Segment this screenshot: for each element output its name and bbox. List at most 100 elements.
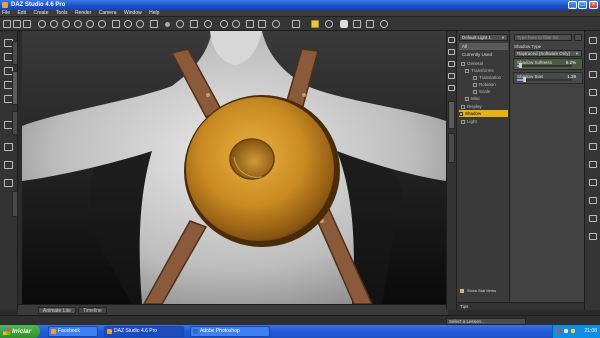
tray-antivirus-icon[interactable] (557, 329, 561, 333)
window-pin-icon[interactable] (589, 37, 597, 44)
filter-input[interactable]: Type here to filter list (514, 34, 572, 41)
3d-viewport[interactable] (22, 31, 446, 304)
menu-window[interactable]: Window (124, 10, 142, 17)
joint-editor-icon[interactable] (98, 20, 106, 28)
start-button[interactable]: Iniciar (0, 325, 40, 338)
tab-currently-used[interactable]: Currently Used (459, 51, 508, 58)
tree-item-scale[interactable]: Scale (473, 88, 490, 95)
region-navigator-icon[interactable] (176, 20, 184, 28)
lighting-icon[interactable] (232, 20, 240, 28)
lesson-select[interactable]: Select a Lesson... (446, 318, 526, 325)
menu-file[interactable]: File (2, 10, 10, 17)
brush-icon[interactable] (4, 179, 13, 187)
render-icon[interactable] (258, 20, 266, 28)
layers-icon[interactable] (4, 143, 13, 151)
tab-posing[interactable] (12, 111, 18, 135)
camera-pane-icon[interactable] (4, 161, 13, 169)
tree-item-general[interactable]: General (461, 60, 483, 67)
material-icon[interactable] (589, 125, 597, 132)
tab-all[interactable]: All (459, 43, 508, 50)
zoom-icon[interactable] (448, 73, 455, 79)
orbit-icon[interactable] (448, 37, 455, 43)
tab-animate-lite[interactable]: Animate Lite (38, 307, 76, 314)
rotate-tool-icon[interactable] (62, 20, 70, 28)
tool-settings-icon[interactable] (292, 20, 300, 28)
tab-scene[interactable] (448, 101, 455, 129)
tab-content-library[interactable] (12, 71, 18, 105)
menu-render[interactable]: Render (75, 10, 91, 17)
tree-item-shadow[interactable]: Shadow (459, 110, 508, 117)
drawstyle-icon[interactable] (220, 20, 228, 28)
show-sub-items-checkbox[interactable] (460, 289, 464, 293)
tray-volume-icon[interactable] (571, 329, 575, 333)
node-selector[interactable]: Default Light 1 ▼ (459, 34, 508, 41)
shadow-bias-knob[interactable] (523, 77, 527, 82)
tree-item-transforms[interactable]: Transforms (465, 67, 494, 74)
task-label: DAZ Studio 4.6 Pro (114, 328, 158, 334)
scale-tool-icon[interactable] (86, 20, 94, 28)
tree-item-rotation[interactable]: Rotation (473, 81, 496, 88)
surface-selection-icon[interactable] (136, 20, 144, 28)
spot-render-icon[interactable] (272, 20, 280, 28)
task-facebook[interactable]: Facebook (48, 326, 98, 337)
task-photoshop[interactable]: Adobe Photoshop (190, 326, 270, 337)
translate-tool-icon[interactable] (74, 20, 82, 28)
brush-tool-icon[interactable] (589, 179, 597, 186)
menu-help[interactable]: Help (149, 10, 159, 17)
mesh-icon[interactable] (589, 71, 597, 78)
tab-timeline[interactable]: Timeline (78, 307, 107, 314)
tree-item-light[interactable]: Light (461, 118, 477, 125)
shadow-bias-slider[interactable]: Shadow Bias 1.39 (513, 72, 583, 84)
tab-smart-content[interactable] (12, 41, 18, 65)
light-icon[interactable] (589, 107, 597, 114)
tree-item-misc[interactable]: Misc (465, 95, 480, 102)
pointer-icon[interactable] (38, 20, 46, 28)
viewport-layout-icon[interactable] (190, 20, 198, 28)
minimize-button[interactable]: _ (568, 1, 577, 9)
preview-lights-icon[interactable] (366, 20, 374, 28)
render-settings-icon[interactable] (246, 20, 254, 28)
align-icon[interactable] (380, 20, 388, 28)
eyedropper-icon[interactable] (589, 197, 597, 204)
clock: 21:08 (584, 328, 597, 334)
pan-icon[interactable] (448, 49, 455, 55)
toolbar-separator-icon (165, 22, 170, 27)
footer-tips-label[interactable]: Tips (460, 304, 468, 309)
shadow-softness-slider[interactable]: Shadow Softness 6.2% (513, 58, 583, 70)
dolly-icon[interactable] (448, 61, 455, 67)
scene-pane-icon[interactable] (589, 53, 597, 60)
save-icon[interactable] (23, 20, 31, 28)
menu-edit[interactable]: Edit (17, 10, 26, 17)
paint-icon[interactable] (589, 161, 597, 168)
menu-create[interactable]: Create (33, 10, 48, 17)
menu-camera[interactable]: Camera (99, 10, 117, 17)
universal-tool-icon[interactable] (50, 20, 58, 28)
menu-tools[interactable]: Tools (56, 10, 68, 17)
task-daz-studio[interactable]: DAZ Studio 4.6 Pro (104, 326, 184, 337)
geometry-editor-icon[interactable] (112, 20, 120, 28)
tab-surfaces[interactable] (448, 133, 455, 163)
favorites-icon[interactable] (589, 233, 597, 240)
figure-icon[interactable] (589, 89, 597, 96)
new-scene-icon[interactable] (3, 20, 11, 28)
viewport-settings-icon[interactable] (353, 20, 361, 28)
shadow-softness-knob[interactable] (518, 63, 522, 68)
render-pane-icon[interactable] (589, 215, 597, 222)
render-library-icon[interactable] (311, 20, 319, 28)
tree-item-display[interactable]: Display (461, 103, 482, 110)
camera-icon[interactable] (340, 20, 348, 28)
maximize-button[interactable]: □ (578, 1, 587, 9)
open-icon[interactable] (13, 20, 21, 28)
pose-icon[interactable] (589, 143, 597, 150)
filter-options-button[interactable] (574, 34, 582, 41)
shadow-type-select[interactable]: Raytraced (Software Only) ▼ (514, 50, 582, 57)
node-weight-icon[interactable] (124, 20, 132, 28)
tab-shaping[interactable] (12, 191, 18, 217)
frame-icon[interactable] (448, 85, 455, 91)
tray-network-icon[interactable] (564, 329, 568, 333)
close-button[interactable]: × (589, 1, 598, 9)
active-pose-icon[interactable] (150, 20, 158, 28)
content-icon[interactable] (325, 20, 333, 28)
aux-viewport-icon[interactable] (204, 20, 212, 28)
tree-item-translation[interactable]: Translation (473, 74, 501, 81)
